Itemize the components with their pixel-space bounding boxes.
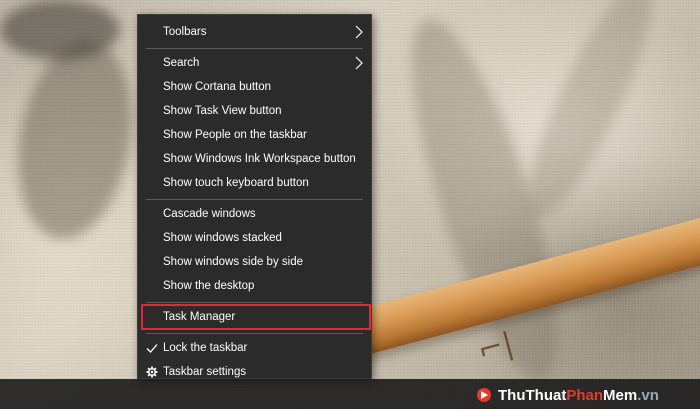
menu-separator (146, 302, 363, 303)
menu-item-taskbar-settings[interactable]: Taskbar settings (138, 360, 371, 384)
watermark-part: Phan (566, 386, 604, 404)
menu-item-show-the-desktop[interactable]: Show the desktop (138, 274, 371, 298)
fabric-fold (0, 0, 120, 60)
menu-item-label: Show Cortana button (163, 81, 272, 93)
menu-item-label: Show Windows Ink Workspace button (163, 153, 356, 165)
menu-separator (146, 48, 363, 49)
menu-item-cascade-windows[interactable]: Cascade windows (138, 202, 371, 226)
menu-item-label: Show windows side by side (163, 256, 303, 268)
watermark-logo-icon (477, 388, 491, 402)
menu-item-label: Show the desktop (163, 280, 255, 292)
menu-item-toolbars[interactable]: Toolbars (138, 20, 371, 44)
menu-item-show-touch-keyboard-button[interactable]: Show touch keyboard button (138, 171, 371, 195)
menu-item-label: Lock the taskbar (163, 342, 248, 354)
taskbar-context-menu: Toolbars Search Show Cortana button Show… (137, 14, 372, 379)
watermark-part: .vn (637, 386, 659, 404)
menu-item-label: Show windows stacked (163, 232, 282, 244)
menu-item-label: Toolbars (163, 26, 207, 38)
checkmark-icon (146, 344, 158, 353)
menu-item-search[interactable]: Search (138, 51, 371, 75)
watermark-text: ThuThuatPhanMem.vn (498, 387, 659, 404)
menu-item-task-manager[interactable]: Task Manager (138, 305, 371, 329)
menu-item-label: Search (163, 57, 200, 69)
chevron-right-icon (355, 56, 363, 70)
watermark: ThuThuatPhanMem.vn (476, 384, 659, 406)
watermark-part: Mem (603, 386, 638, 404)
menu-item-label: Show People on the taskbar (163, 129, 307, 141)
menu-separator (146, 333, 363, 334)
menu-item-label: Show Task View button (163, 105, 282, 117)
menu-item-label: Task Manager (163, 311, 236, 323)
menu-item-label: Taskbar settings (163, 366, 247, 378)
menu-item-lock-the-taskbar[interactable]: Lock the taskbar (138, 336, 371, 360)
fabric-fold (507, 0, 673, 231)
watermark-part: Thu (498, 386, 526, 404)
menu-item-show-ink-workspace-button[interactable]: Show Windows Ink Workspace button (138, 147, 371, 171)
menu-item-show-task-view-button[interactable]: Show Task View button (138, 99, 371, 123)
menu-item-show-people[interactable]: Show People on the taskbar (138, 123, 371, 147)
gear-icon (146, 366, 158, 378)
menu-item-show-windows-stacked[interactable]: Show windows stacked (138, 226, 371, 250)
menu-item-label: Cascade windows (163, 208, 256, 220)
menu-separator (146, 199, 363, 200)
watermark-part: Thuat (525, 386, 567, 404)
menu-item-label: Show touch keyboard button (163, 177, 309, 189)
menu-item-show-cortana-button[interactable]: Show Cortana button (138, 75, 371, 99)
chevron-right-icon (355, 25, 363, 39)
fabric-fold (3, 31, 147, 249)
menu-item-show-windows-side-by-side[interactable]: Show windows side by side (138, 250, 371, 274)
